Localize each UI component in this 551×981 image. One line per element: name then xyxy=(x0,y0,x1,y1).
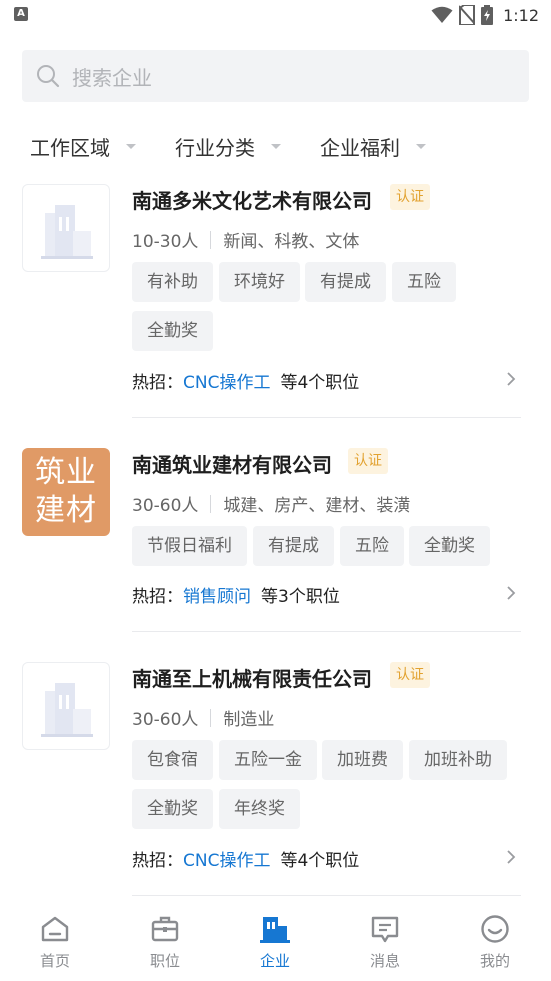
briefcase-icon xyxy=(151,916,179,942)
company-size: 30-60人 xyxy=(132,496,199,516)
card-divider xyxy=(132,895,521,896)
company-card[interactable]: 南通多米文化艺术有限公司 认证 10-30人 新闻、科教、文体 有补助 环境好 … xyxy=(0,180,551,418)
search-icon xyxy=(37,65,60,88)
company-size: 30-60人 xyxy=(132,710,199,730)
tab-home[interactable]: 首页 xyxy=(15,914,95,971)
company-list: 南通多米文化艺术有限公司 认证 10-30人 新闻、科教、文体 有补助 环境好 … xyxy=(0,180,551,898)
hot-jobs[interactable]: 热招：销售顾问 等3个职位 xyxy=(132,582,340,607)
filter-benefits[interactable]: 企业福利 xyxy=(320,118,426,174)
tab-companies[interactable]: 企业 xyxy=(235,914,315,971)
filter-label: 企业福利 xyxy=(320,135,400,160)
building-placeholder-icon xyxy=(41,683,93,737)
benefit-tag: 加班费 xyxy=(322,740,403,780)
tab-label: 职位 xyxy=(149,952,180,970)
bottom-tab-bar: 首页 职位 企业 消息 我的 xyxy=(0,898,551,981)
benefit-tag: 全勤奖 xyxy=(132,311,213,351)
filter-label: 工作区域 xyxy=(30,135,110,160)
logo-text-line: 建材 xyxy=(35,493,97,528)
meta-divider xyxy=(210,494,212,513)
filter-work-area[interactable]: 工作区域 xyxy=(30,118,136,174)
status-bar: A 1:12 xyxy=(0,0,551,32)
company-industry: 制造业 xyxy=(223,710,275,730)
company-meta: 30-60人 城建、房产、建材、装潢 xyxy=(132,491,410,516)
building-placeholder-icon xyxy=(41,205,93,259)
company-meta: 10-30人 新闻、科教、文体 xyxy=(132,227,359,252)
benefit-tag: 包食宿 xyxy=(132,740,213,780)
company-card[interactable]: 筑业 建材 南通筑业建材有限公司 认证 30-60人 城建、房产、建材、装潢 节… xyxy=(0,418,551,632)
company-card[interactable]: 南通至上机械有限责任公司 认证 30-60人 制造业 包食宿 五险一金 加班费 … xyxy=(0,632,551,898)
benefit-tag: 年终奖 xyxy=(219,789,300,829)
hot-job-count: 等3个职位 xyxy=(261,587,340,607)
building-icon xyxy=(260,917,290,943)
hot-job-link[interactable]: CNC操作工 xyxy=(183,373,270,393)
tab-profile[interactable]: 我的 xyxy=(455,914,535,971)
benefit-tag: 节假日福利 xyxy=(132,526,247,566)
certified-badge: 认证 xyxy=(390,662,430,688)
company-logo xyxy=(22,184,110,272)
benefit-tag: 五险 xyxy=(340,526,404,566)
chevron-right-icon[interactable] xyxy=(505,849,517,865)
home-icon xyxy=(41,916,69,942)
benefit-tag: 有补助 xyxy=(132,262,213,302)
no-sim-icon xyxy=(459,5,476,25)
certified-badge: 认证 xyxy=(390,184,430,210)
benefit-tag: 有提成 xyxy=(305,262,386,302)
benefit-tag: 五险 xyxy=(392,262,456,302)
hot-job-link[interactable]: 销售顾问 xyxy=(183,587,251,607)
company-industry: 新闻、科教、文体 xyxy=(223,232,360,252)
benefit-tag: 全勤奖 xyxy=(409,526,490,566)
hot-job-count: 等4个职位 xyxy=(280,373,360,393)
filter-label: 行业分类 xyxy=(175,135,255,160)
meta-divider xyxy=(210,230,212,249)
hot-jobs-prefix: 热招： xyxy=(132,851,183,871)
tab-label: 首页 xyxy=(39,952,70,970)
benefit-tag: 五险一金 xyxy=(219,740,317,780)
notification-badge-icon: A xyxy=(14,7,28,21)
logo-text-line: 筑业 xyxy=(35,455,97,490)
company-name: 南通筑业建材有限公司 xyxy=(132,453,332,477)
tab-label: 企业 xyxy=(259,952,290,970)
hot-jobs[interactable]: 热招：CNC操作工 等4个职位 xyxy=(132,846,359,871)
tab-messages[interactable]: 消息 xyxy=(345,914,425,971)
filter-bar: 工作区域 行业分类 企业福利 xyxy=(0,118,551,174)
hot-jobs-prefix: 热招： xyxy=(132,587,183,607)
hot-job-count: 等4个职位 xyxy=(280,851,360,871)
status-icons: 1:12 xyxy=(431,4,539,26)
wifi-icon xyxy=(431,6,453,23)
benefit-tag: 加班补助 xyxy=(409,740,507,780)
caret-down-icon xyxy=(271,143,281,149)
battery-icon xyxy=(481,5,494,25)
benefit-tag: 有提成 xyxy=(253,526,334,566)
company-logo: 筑业 建材 xyxy=(22,448,110,536)
company-size: 10-30人 xyxy=(132,232,199,252)
profile-icon xyxy=(481,915,509,943)
message-icon xyxy=(371,916,399,943)
benefit-tag: 环境好 xyxy=(219,262,300,302)
hot-job-link[interactable]: CNC操作工 xyxy=(183,851,270,871)
chevron-right-icon[interactable] xyxy=(505,371,517,387)
tab-label: 消息 xyxy=(369,952,400,970)
search-input[interactable]: 搜索企业 xyxy=(22,50,529,102)
company-name: 南通多米文化艺术有限公司 xyxy=(132,189,372,213)
company-meta: 30-60人 制造业 xyxy=(132,705,274,730)
benefit-tag: 全勤奖 xyxy=(132,789,213,829)
company-industry: 城建、房产、建材、装潢 xyxy=(223,496,411,516)
chevron-right-icon[interactable] xyxy=(505,585,517,601)
clock: 1:12 xyxy=(503,5,539,25)
meta-divider xyxy=(210,708,212,727)
tab-jobs[interactable]: 职位 xyxy=(125,914,205,971)
caret-down-icon xyxy=(126,143,136,149)
search-placeholder: 搜索企业 xyxy=(72,65,152,90)
caret-down-icon xyxy=(416,143,426,149)
tab-label: 我的 xyxy=(479,952,510,970)
hot-jobs[interactable]: 热招：CNC操作工 等4个职位 xyxy=(132,368,359,393)
hot-jobs-prefix: 热招： xyxy=(132,373,183,393)
company-name: 南通至上机械有限责任公司 xyxy=(132,667,372,691)
company-logo xyxy=(22,662,110,750)
certified-badge: 认证 xyxy=(348,448,388,474)
filter-industry[interactable]: 行业分类 xyxy=(175,118,281,174)
